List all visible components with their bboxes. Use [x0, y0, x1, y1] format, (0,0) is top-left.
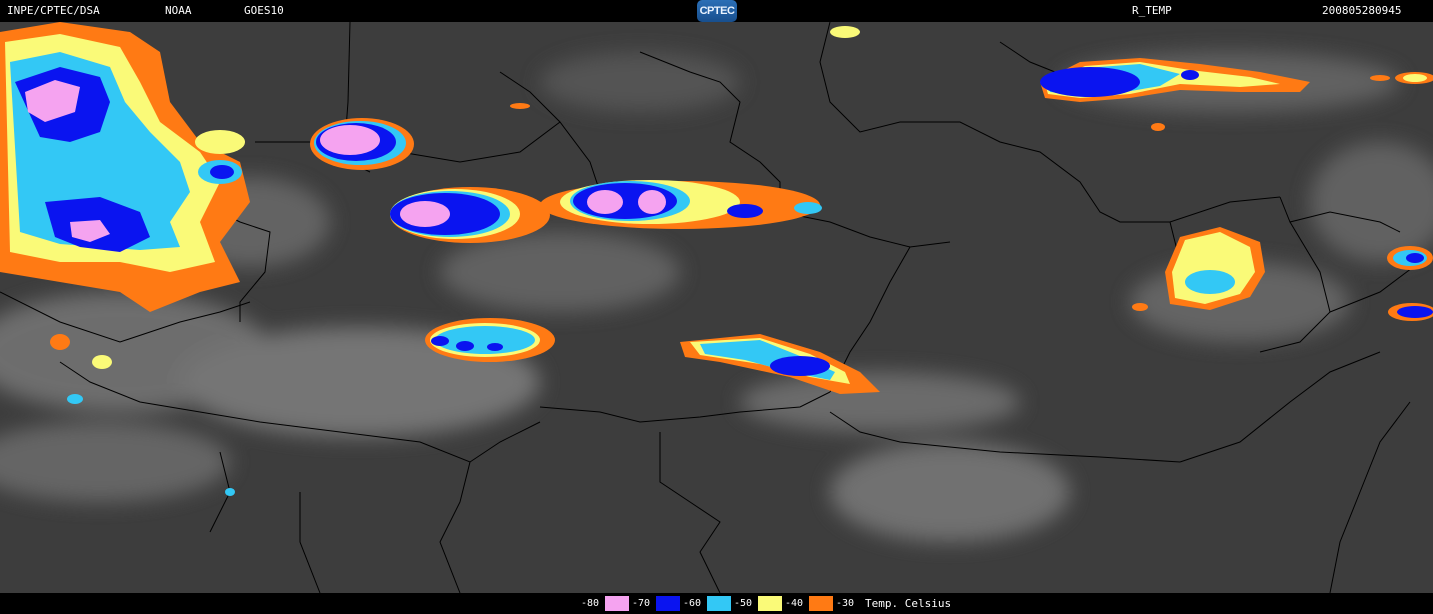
agency-label: NOAA	[165, 4, 192, 17]
cluster-central-west	[390, 187, 550, 243]
legend-label: -80	[578, 595, 604, 612]
legend-label: -60	[680, 595, 706, 612]
legend-swatch	[656, 596, 680, 611]
cptec-logo: CPTEC	[697, 0, 737, 22]
legend-swatch	[605, 596, 629, 611]
legend-unit-label: Temp. Celsius	[865, 597, 952, 610]
legend-label: -40	[782, 595, 808, 612]
legend-swatch	[758, 596, 782, 611]
product-label: R_TEMP	[1132, 4, 1172, 17]
legend-swatch	[707, 596, 731, 611]
legend-swatch	[809, 596, 833, 611]
satellite-image-canvas	[0, 22, 1433, 593]
temperature-legend: -80 -70 -60 -50 -40 -30 Temp. Celsius	[578, 595, 951, 612]
legend-label: -50	[731, 595, 757, 612]
legend-label: -30	[833, 595, 859, 612]
cluster-north-central	[310, 118, 414, 170]
datetime-label: 200805280945	[1322, 4, 1402, 17]
legend-label: -70	[629, 595, 655, 612]
cluster-south-west	[425, 318, 555, 362]
header-bar: INPE/CPTEC/DSA NOAA GOES10 CPTEC R_TEMP …	[0, 0, 1433, 22]
institution-label: INPE/CPTEC/DSA	[7, 4, 100, 17]
footer-bar: -80 -70 -60 -50 -40 -30 Temp. Celsius	[0, 593, 1433, 614]
satellite-label: GOES10	[244, 4, 284, 17]
satellite-image	[0, 22, 1433, 593]
